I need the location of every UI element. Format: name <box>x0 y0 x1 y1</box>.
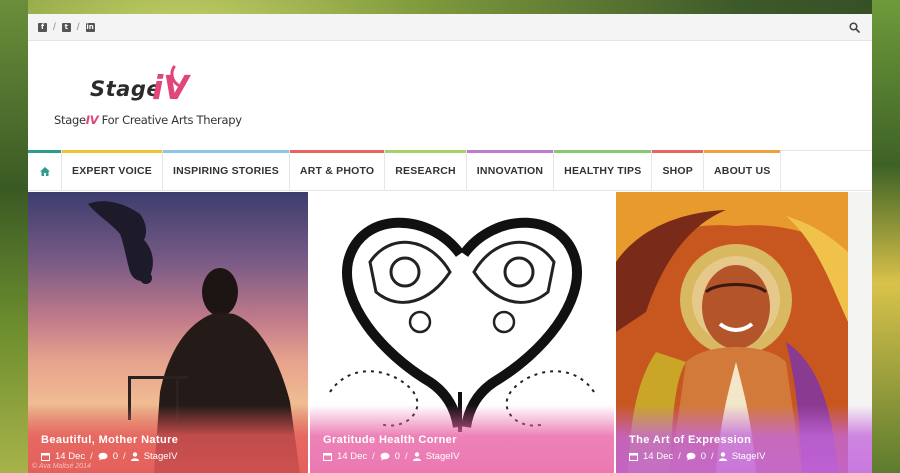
social-separator: / <box>53 21 56 33</box>
logo-tagline-end: For Creative Arts Therapy <box>98 113 242 127</box>
post-meta: 14 Dec / 0 / StageIV <box>323 451 460 462</box>
post-author[interactable]: StageIV <box>144 451 178 462</box>
calendar-icon <box>323 453 332 461</box>
site-header: Stage iV StageIV For Creative Arts Thera… <box>28 41 872 150</box>
search-icon <box>848 21 860 33</box>
nav-about-us[interactable]: ABOUT US <box>704 150 782 191</box>
nav-home[interactable] <box>28 150 62 191</box>
image-watermark: © Ava Maltsé 2014 <box>32 463 91 470</box>
main-navigation: EXPERT VOICE INSPIRING STORIES ART & PHO… <box>28 150 872 191</box>
featured-posts: Beautiful, Mother Nature 14 Dec / 0 / St… <box>28 192 872 473</box>
post-comments-count[interactable]: 0 <box>395 451 400 462</box>
facebook-icon[interactable]: f <box>38 22 47 32</box>
post-date: 14 Dec <box>643 451 674 462</box>
user-icon <box>718 452 727 461</box>
featured-post-card[interactable]: Gratitude Health Corner 14 Dec / 0 / Sta… <box>310 192 614 473</box>
logo-tagline-start: Stage <box>54 113 86 127</box>
post-title[interactable]: Gratitude Health Corner <box>323 434 457 446</box>
nav-art-photo[interactable]: ART & PHOTO <box>289 150 386 191</box>
meta-separator: / <box>405 451 408 462</box>
featured-post-card[interactable]: The Art of Expression 14 Dec / 0 / Stage… <box>616 192 872 473</box>
meta-separator: / <box>372 451 375 462</box>
nav-inspiring-stories[interactable]: INSPIRING STORIES <box>163 150 290 191</box>
user-icon <box>412 452 421 461</box>
social-separator: / <box>76 21 80 33</box>
post-author[interactable]: StageIV <box>732 451 766 462</box>
top-bar: f / t / in <box>28 14 872 41</box>
calendar-icon <box>41 453 50 461</box>
social-links: f / t / in <box>38 22 95 33</box>
post-title[interactable]: The Art of Expression <box>629 434 751 446</box>
post-comments-count[interactable]: 0 <box>113 451 118 462</box>
nav-research[interactable]: RESEARCH <box>385 150 467 191</box>
logo-tagline-iv: IV <box>85 113 99 127</box>
meta-separator: / <box>90 451 93 462</box>
nav-shop[interactable]: SHOP <box>652 150 704 191</box>
logo-wordmark: Stage <box>90 77 162 101</box>
meta-separator: / <box>678 451 681 462</box>
calendar-icon <box>629 453 638 461</box>
post-meta: 14 Dec / 0 / StageIV <box>629 451 766 462</box>
twitter-icon[interactable]: t <box>61 22 71 32</box>
nav-healthy-tips[interactable]: HEALTHY TIPS <box>554 150 653 191</box>
comments-icon <box>686 452 696 461</box>
post-title[interactable]: Beautiful, Mother Nature <box>41 434 178 446</box>
comments-icon <box>98 452 108 461</box>
linkedin-icon[interactable]: in <box>85 22 95 32</box>
search-button[interactable] <box>846 19 862 35</box>
page-container: f / t / in Stage iV StageIV For Creative… <box>28 14 872 473</box>
post-date: 14 Dec <box>55 451 86 462</box>
post-date: 14 Dec <box>337 451 368 462</box>
logo-iv-mark: iV <box>152 68 189 107</box>
post-comments-count[interactable]: 0 <box>701 451 706 462</box>
post-meta: 14 Dec / 0 / StageIV <box>41 451 178 462</box>
nav-innovation[interactable]: INNOVATION <box>466 150 555 191</box>
meta-separator: / <box>711 451 714 462</box>
user-icon <box>130 452 139 461</box>
background-left <box>0 0 28 473</box>
featured-post-card[interactable]: Beautiful, Mother Nature 14 Dec / 0 / St… <box>28 192 308 473</box>
post-author[interactable]: StageIV <box>426 451 460 462</box>
nav-expert-voice[interactable]: EXPERT VOICE <box>62 150 164 191</box>
background-right <box>872 0 900 473</box>
comments-icon <box>380 452 390 461</box>
site-logo[interactable]: Stage iV StageIV For Creative Arts Thera… <box>54 63 244 133</box>
home-icon <box>39 166 50 176</box>
meta-separator: / <box>123 451 126 462</box>
logo-tagline: StageIV For Creative Arts Therapy <box>54 113 242 127</box>
